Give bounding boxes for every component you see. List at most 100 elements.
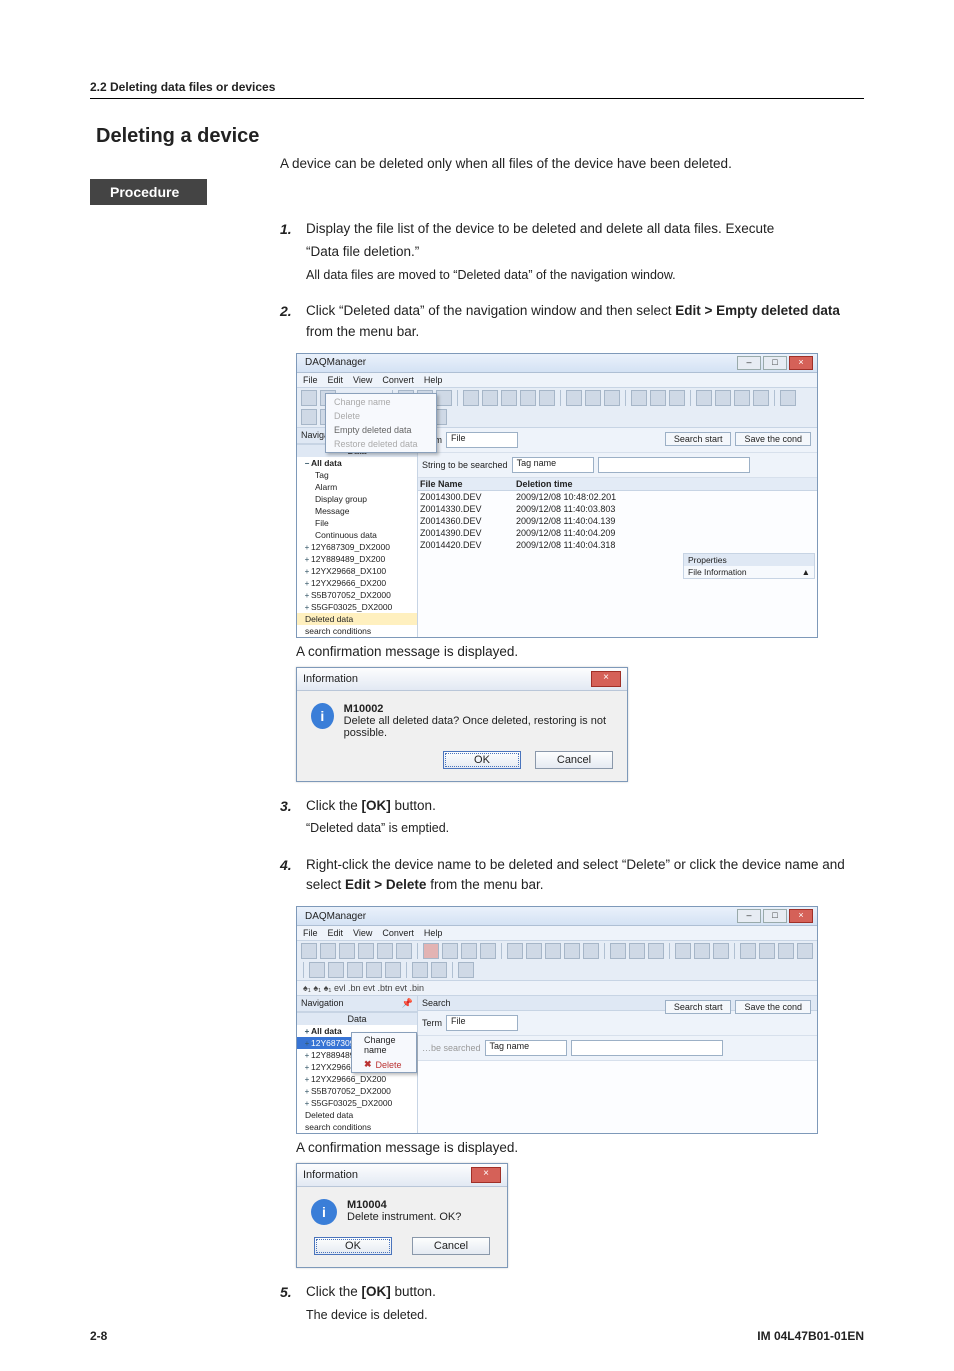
nav-device[interactable]: S5GF03025_DX2000 — [311, 602, 392, 612]
toolbar-icon[interactable] — [320, 943, 336, 959]
menu-edit[interactable]: Edit — [328, 928, 344, 938]
tagname-select[interactable]: Tag name — [485, 1040, 567, 1056]
toolbar-icon[interactable] — [631, 390, 647, 406]
edit-restore-item[interactable]: Restore deleted data — [326, 437, 436, 451]
term-select[interactable]: File — [446, 432, 518, 448]
toolbar-icon[interactable] — [715, 390, 731, 406]
toolbar-icon[interactable] — [713, 943, 729, 959]
toolbar-icon[interactable] — [669, 390, 685, 406]
nav-deleted-data[interactable]: Deleted data — [297, 613, 417, 625]
nav-deleted-data[interactable]: Deleted data — [297, 1109, 417, 1121]
toolbar-icon[interactable] — [780, 390, 796, 406]
toolbar-icon[interactable] — [482, 390, 498, 406]
toolbar-icon[interactable] — [377, 943, 393, 959]
nav-message[interactable]: Message — [297, 505, 417, 517]
nav-device[interactable]: S5B707052_DX2000 — [311, 590, 391, 600]
toolbar-icon[interactable] — [358, 943, 374, 959]
toolbar-icon[interactable] — [610, 943, 626, 959]
file-cell[interactable]: Z0014390.DEV — [420, 528, 516, 538]
nav-device[interactable]: 12YX29666_DX200 — [311, 1074, 386, 1084]
maximize-button[interactable]: □ — [763, 356, 787, 370]
ctx-change-name[interactable]: Change name — [352, 1033, 416, 1057]
ok-button[interactable]: OK — [443, 751, 521, 769]
file-cell[interactable]: Z0014300.DEV — [420, 492, 516, 502]
edit-delete-item[interactable]: Delete — [326, 409, 436, 423]
toolbar-icon[interactable] — [309, 962, 325, 978]
toolbar-icon[interactable] — [797, 943, 813, 959]
toolbar-icon[interactable] — [385, 962, 401, 978]
toolbar-icon[interactable] — [423, 943, 439, 959]
toolbar-icon[interactable] — [436, 390, 452, 406]
minimize-button[interactable]: – — [737, 356, 761, 370]
toolbar-icon[interactable] — [759, 943, 775, 959]
toolbar-icon[interactable] — [650, 390, 666, 406]
toolbar-icon[interactable] — [694, 943, 710, 959]
menu-convert[interactable]: Convert — [382, 375, 414, 385]
toolbar-icon[interactable] — [778, 943, 794, 959]
nav-all-data[interactable]: All data — [311, 1026, 342, 1036]
term-select[interactable]: File — [446, 1015, 518, 1031]
edit-change-name-item[interactable]: Change name — [326, 395, 436, 409]
toolbar-icon[interactable] — [585, 390, 601, 406]
toolbar-icon[interactable] — [458, 962, 474, 978]
ctx-delete[interactable]: ✖Delete — [352, 1057, 416, 1072]
toolbar-icon[interactable] — [301, 409, 317, 425]
toolbar-icon[interactable] — [740, 943, 756, 959]
save-cond-button[interactable]: Save the cond — [735, 432, 811, 446]
toolbar-icon[interactable] — [480, 943, 496, 959]
close-button[interactable]: × — [789, 356, 813, 370]
toolbar-icon[interactable] — [339, 943, 355, 959]
nav-tab[interactable]: Data — [297, 1012, 417, 1025]
col-deletion-time[interactable]: Deletion time — [516, 479, 815, 489]
toolbar-icon[interactable] — [696, 390, 712, 406]
search-start-button[interactable]: Search start — [665, 1000, 732, 1014]
menu-edit[interactable]: Edit — [328, 375, 344, 385]
nav-tag[interactable]: Tag — [297, 469, 417, 481]
toolbar-icon[interactable] — [431, 962, 447, 978]
toolbar-icon[interactable] — [564, 943, 580, 959]
toolbar-icon[interactable] — [734, 390, 750, 406]
save-cond-button[interactable]: Save the cond — [735, 1000, 811, 1014]
toolbar-icon[interactable] — [501, 390, 517, 406]
nav-display-group[interactable]: Display group — [297, 493, 417, 505]
menu-view[interactable]: View — [353, 375, 372, 385]
nav-device[interactable]: S5GF03025_DX2000 — [311, 1098, 392, 1108]
toolbar-icon[interactable] — [396, 943, 412, 959]
maximize-button[interactable]: □ — [763, 909, 787, 923]
ok-button[interactable]: OK — [314, 1237, 392, 1255]
nav-device[interactable]: 12Y687309_DX2000 — [311, 542, 390, 552]
nav-continuous[interactable]: Continuous data — [297, 529, 417, 541]
search-text-input[interactable] — [571, 1040, 723, 1056]
nav-device[interactable]: 12Y889489_DX200 — [311, 554, 385, 564]
menu-help[interactable]: Help — [424, 928, 443, 938]
toolbar-icon[interactable] — [539, 390, 555, 406]
toolbar-icon[interactable] — [604, 390, 620, 406]
col-file-name[interactable]: File Name — [420, 479, 516, 489]
toolbar-icon[interactable] — [463, 390, 479, 406]
toolbar-icon[interactable] — [301, 390, 317, 406]
nav-device[interactable]: 12YX29668_DX100 — [311, 566, 386, 576]
toolbar-icon[interactable] — [566, 390, 582, 406]
toolbar-icon[interactable] — [545, 943, 561, 959]
toolbar-icon[interactable] — [412, 962, 428, 978]
tagname-select[interactable]: Tag name — [512, 457, 594, 473]
toolbar-icon[interactable] — [347, 962, 363, 978]
search-start-button[interactable]: Search start — [665, 432, 732, 446]
toolbar-icon[interactable] — [366, 962, 382, 978]
minimize-button[interactable]: – — [737, 909, 761, 923]
toolbar-icon[interactable] — [526, 943, 542, 959]
dialog-close-button[interactable]: × — [471, 1167, 501, 1183]
nav-alarm[interactable]: Alarm — [297, 481, 417, 493]
edit-empty-deleted-item[interactable]: Empty deleted data — [326, 423, 436, 437]
file-cell[interactable]: Z0014360.DEV — [420, 516, 516, 526]
nav-device[interactable]: S5B707052_DX2000 — [311, 1086, 391, 1096]
dialog-close-button[interactable]: × — [591, 671, 621, 687]
menu-file[interactable]: File — [303, 928, 318, 938]
nav-pin-icon[interactable]: 📌 — [402, 998, 413, 1009]
toolbar-icon[interactable] — [461, 943, 477, 959]
nav-search-cond[interactable]: search conditions — [297, 1121, 417, 1133]
file-cell[interactable]: Z0014330.DEV — [420, 504, 516, 514]
toolbar-icon[interactable] — [648, 943, 664, 959]
cancel-button[interactable]: Cancel — [412, 1237, 490, 1255]
nav-file[interactable]: File — [297, 517, 417, 529]
